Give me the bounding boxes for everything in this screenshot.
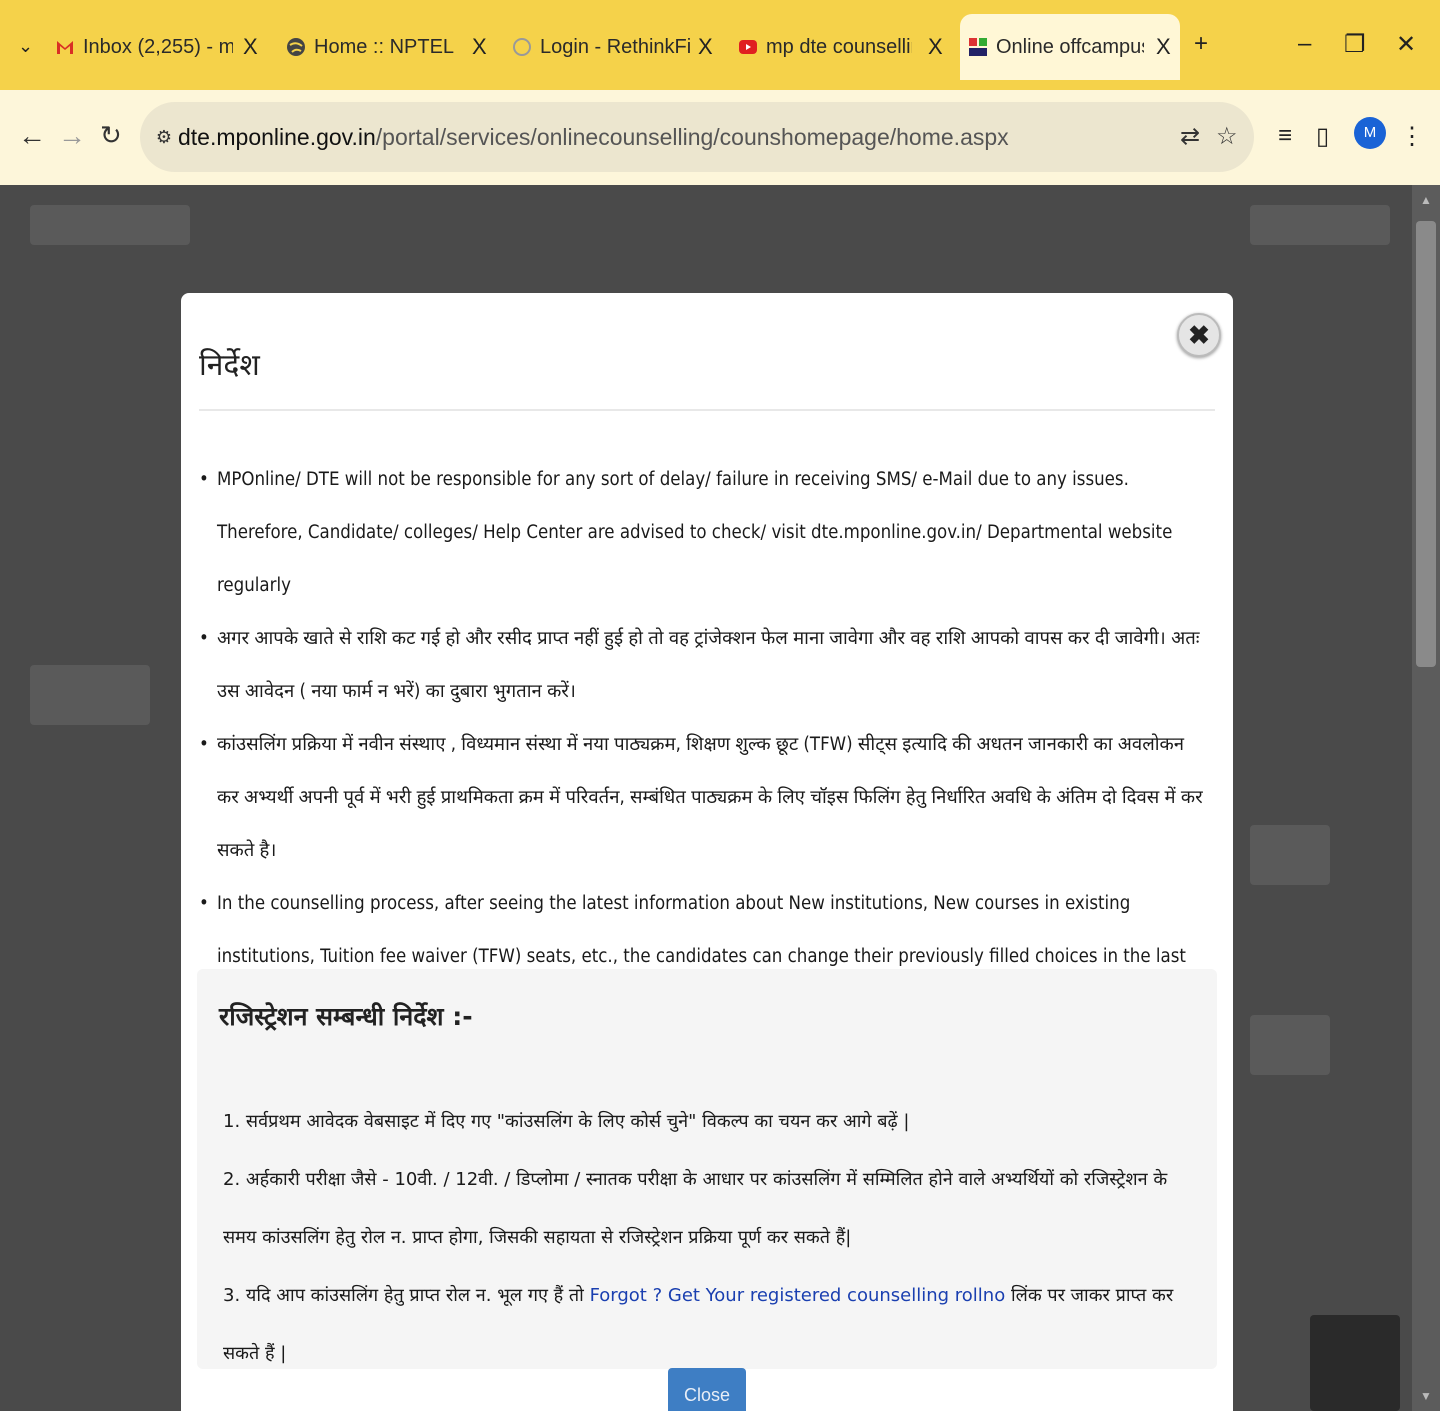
- backdrop-block: [30, 665, 150, 725]
- browser-tab-bar: ⌄ Inbox (2,255) - manishag X Home :: NPT…: [0, 0, 1440, 90]
- tab-close-icon[interactable]: X: [243, 34, 258, 60]
- tab-close-icon[interactable]: X: [928, 34, 943, 60]
- instructions-modal: निर्देश ✖ • MPOnline/ DTE will not be res…: [181, 293, 1233, 1411]
- window-close-icon[interactable]: ✕: [1396, 30, 1416, 59]
- registration-step: 2. अर्हकारी परीक्षा जैसे - 10वी. / 12वी.…: [223, 1169, 1168, 1248]
- modal-divider: [199, 409, 1215, 411]
- backdrop-block: [1250, 1015, 1330, 1075]
- tab-rethinkfirst[interactable]: Login - RethinkFirst X: [512, 24, 722, 70]
- backdrop-block: [1310, 1315, 1400, 1411]
- note-item: • कांउसलिंग प्रक्रिया में नवीन संस्थाए , …: [199, 734, 1203, 861]
- minimize-icon[interactable]: –: [1298, 30, 1311, 58]
- backdrop-header-right: [1250, 205, 1390, 245]
- back-icon[interactable]: ←: [18, 120, 46, 152]
- backdrop-header: [30, 205, 190, 245]
- note-item: • अगर आपके खाते से राशि कट गई हो और रसीद …: [199, 628, 1200, 702]
- tab-online-counselling[interactable]: Online offcampus counse X: [960, 14, 1180, 80]
- side-panel-icon[interactable]: ▯: [1316, 122, 1329, 151]
- tab-title: Login - RethinkFirst: [540, 35, 690, 58]
- tab-youtube[interactable]: mp dte counselling 2023 X: [738, 24, 948, 70]
- backdrop-block: [1250, 825, 1330, 885]
- registration-instructions: रजिस्ट्रेशन सम्बन्धी निर्देश :- 1. सर्वप…: [197, 969, 1217, 1369]
- globe-icon: [512, 37, 532, 57]
- registration-step: 3. यदि आप कांउसलिंग हेतु प्राप्त रोल न. …: [223, 1285, 1174, 1364]
- note-item: • MPOnline/ DTE will not be responsible f…: [199, 469, 1173, 596]
- scroll-up-icon[interactable]: ▲: [1420, 193, 1432, 207]
- scrollbar-thumb[interactable]: [1416, 221, 1436, 667]
- bookmark-star-icon[interactable]: ☆: [1216, 122, 1238, 151]
- browser-toolbar: ← → ↻ ⚙ dte.mponline.gov.in/portal/servi…: [0, 90, 1440, 185]
- notes-list: • MPOnline/ DTE will not be responsible f…: [199, 453, 1207, 1036]
- address-bar[interactable]: ⚙ dte.mponline.gov.in/portal/services/on…: [140, 102, 1254, 172]
- modal-close-icon[interactable]: ✖: [1177, 313, 1221, 357]
- globe-icon: [286, 37, 306, 57]
- modal-title: निर्देश: [199, 348, 260, 383]
- tab-gmail[interactable]: Inbox (2,255) - manishag X: [55, 24, 270, 70]
- url-text[interactable]: dte.mponline.gov.in/portal/services/onli…: [178, 124, 1009, 151]
- translate-icon[interactable]: ⇄: [1180, 122, 1200, 151]
- tab-search-icon[interactable]: ⌄: [18, 36, 33, 57]
- tab-title: Online offcampus counse: [996, 35, 1144, 58]
- tab-nptel[interactable]: Home :: NPTEL X: [286, 24, 496, 70]
- close-button[interactable]: Close: [668, 1368, 746, 1411]
- tab-title: Inbox (2,255) - manishag: [83, 35, 233, 58]
- tab-title: Home :: NPTEL: [314, 35, 454, 58]
- youtube-icon: [738, 37, 758, 57]
- menu-kebab-icon[interactable]: ⋮: [1400, 122, 1424, 151]
- site-info-icon[interactable]: ⚙: [150, 123, 178, 151]
- restore-icon[interactable]: ❐: [1344, 30, 1366, 59]
- reload-icon[interactable]: ↻: [100, 120, 122, 151]
- tab-close-icon[interactable]: X: [1156, 34, 1171, 60]
- tab-close-icon[interactable]: X: [698, 34, 713, 60]
- tab-close-icon[interactable]: X: [472, 34, 487, 60]
- reading-list-icon[interactable]: ≡: [1278, 122, 1292, 150]
- forgot-rollno-link[interactable]: Forgot ? Get Your registered counselling…: [590, 1285, 1006, 1306]
- page-scrollbar[interactable]: ▲ ▼: [1412, 185, 1440, 1411]
- registration-title: रजिस्ट्रेशन सम्बन्धी निर्देश :-: [219, 1002, 473, 1031]
- gmail-icon: [55, 37, 75, 57]
- new-tab-button[interactable]: +: [1194, 30, 1208, 58]
- scroll-down-icon[interactable]: ▼: [1420, 1389, 1432, 1403]
- profile-avatar[interactable]: M: [1354, 117, 1386, 149]
- registration-steps: 1. सर्वप्रथम आवेदक वेबसाइट में दिए गए "क…: [223, 1093, 1203, 1383]
- tab-title: mp dte counselling 2023: [766, 35, 912, 58]
- registration-step: 1. सर्वप्रथम आवेदक वेबसाइट में दिए गए "क…: [223, 1111, 910, 1132]
- mponline-icon: [968, 37, 988, 57]
- forward-icon[interactable]: →: [58, 120, 86, 152]
